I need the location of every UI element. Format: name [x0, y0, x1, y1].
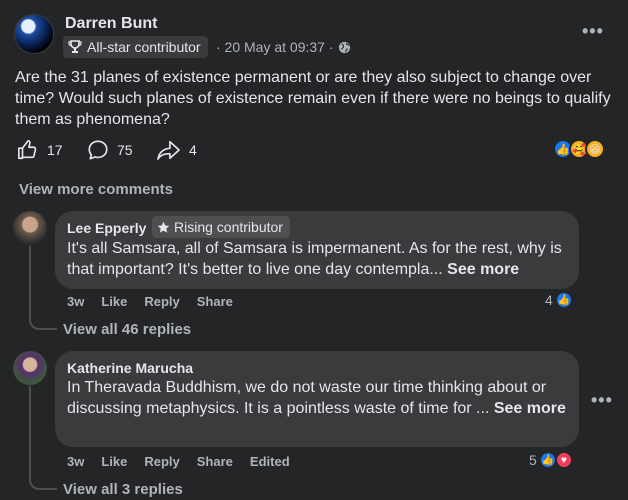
share-button[interactable]: 4 — [157, 139, 197, 161]
post-body: Are the 31 planes of existence permanent… — [15, 69, 611, 128]
comment-like-button[interactable]: Like — [101, 294, 127, 309]
like-button[interactable]: 17 — [17, 139, 63, 161]
comment-icon — [88, 140, 108, 160]
comment-reply-button[interactable]: Reply — [144, 294, 179, 309]
comment-reaction-count[interactable]: 4 👍 — [545, 291, 573, 309]
trophy-icon — [68, 40, 82, 53]
reaction-count-value: 5 — [529, 452, 537, 468]
author-avatar[interactable] — [14, 14, 54, 54]
reaction-count-value: 4 — [545, 292, 553, 308]
rising-badge-label: Rising contributor — [174, 219, 283, 235]
haha-reaction-icon: 😆 — [585, 139, 605, 159]
view-replies-link[interactable]: View all 3 replies — [63, 481, 183, 498]
commenter-avatar[interactable] — [13, 351, 47, 385]
share-count: 4 — [189, 142, 197, 158]
comment-share-button[interactable]: Share — [197, 454, 233, 469]
like-icon — [18, 140, 37, 160]
post-author-name[interactable]: Darren Bunt — [65, 15, 157, 33]
comment-text: In Theravada Buddhism, we do not waste o… — [67, 377, 577, 419]
view-more-comments[interactable]: View more comments — [19, 181, 173, 198]
allstar-badge-label: All-star contributor — [87, 39, 201, 55]
reply-thread-line — [29, 386, 57, 490]
comment-timestamp[interactable]: 3w — [67, 294, 84, 309]
rising-contributor-badge[interactable]: Rising contributor — [152, 216, 290, 238]
post-more-icon[interactable]: ••• — [582, 21, 604, 42]
view-replies-link[interactable]: View all 46 replies — [63, 321, 191, 338]
globe-icon — [338, 41, 350, 53]
like-count: 17 — [47, 142, 63, 158]
reply-thread-line — [29, 246, 57, 330]
commenter-avatar[interactable] — [13, 211, 47, 245]
comment-like-button[interactable]: Like — [101, 454, 127, 469]
comment-share-button[interactable]: Share — [197, 294, 233, 309]
comment-more-icon[interactable]: ••• — [591, 390, 613, 411]
reaction-summary[interactable]: 👍 🥰 😆 — [553, 139, 605, 159]
star-icon — [157, 221, 170, 233]
comment-text: It's all Samsara, all of Samsara is impe… — [67, 238, 577, 280]
commenter-name[interactable]: Lee Epperly — [67, 220, 146, 236]
see-more-link[interactable]: See more — [447, 261, 519, 278]
comment-edited-label[interactable]: Edited — [250, 454, 290, 469]
comment-actions: 3w Like Reply Share Edited — [67, 454, 307, 469]
commenter-name[interactable]: Katherine Marucha — [67, 360, 193, 376]
comment-reaction-count[interactable]: 5 👍 ♥ — [529, 451, 573, 469]
post-timestamp[interactable]: · 20 May at 09:37 · — [216, 39, 334, 55]
comment-count: 75 — [117, 142, 133, 158]
see-more-link[interactable]: See more — [494, 400, 566, 417]
post-meta: · 20 May at 09:37 · — [216, 39, 351, 55]
comment-button[interactable]: 75 — [87, 139, 133, 161]
comment-reply-button[interactable]: Reply — [144, 454, 179, 469]
like-reaction-icon: 👍 — [554, 291, 573, 309]
allstar-badge[interactable]: All-star contributor — [63, 36, 208, 58]
comment-body: In Theravada Buddhism, we do not waste o… — [67, 379, 547, 417]
share-icon — [157, 140, 180, 160]
comment-actions: 3w Like Reply Share — [67, 294, 250, 309]
comment-timestamp[interactable]: 3w — [67, 454, 84, 469]
love-reaction-icon: ♥ — [554, 451, 573, 469]
